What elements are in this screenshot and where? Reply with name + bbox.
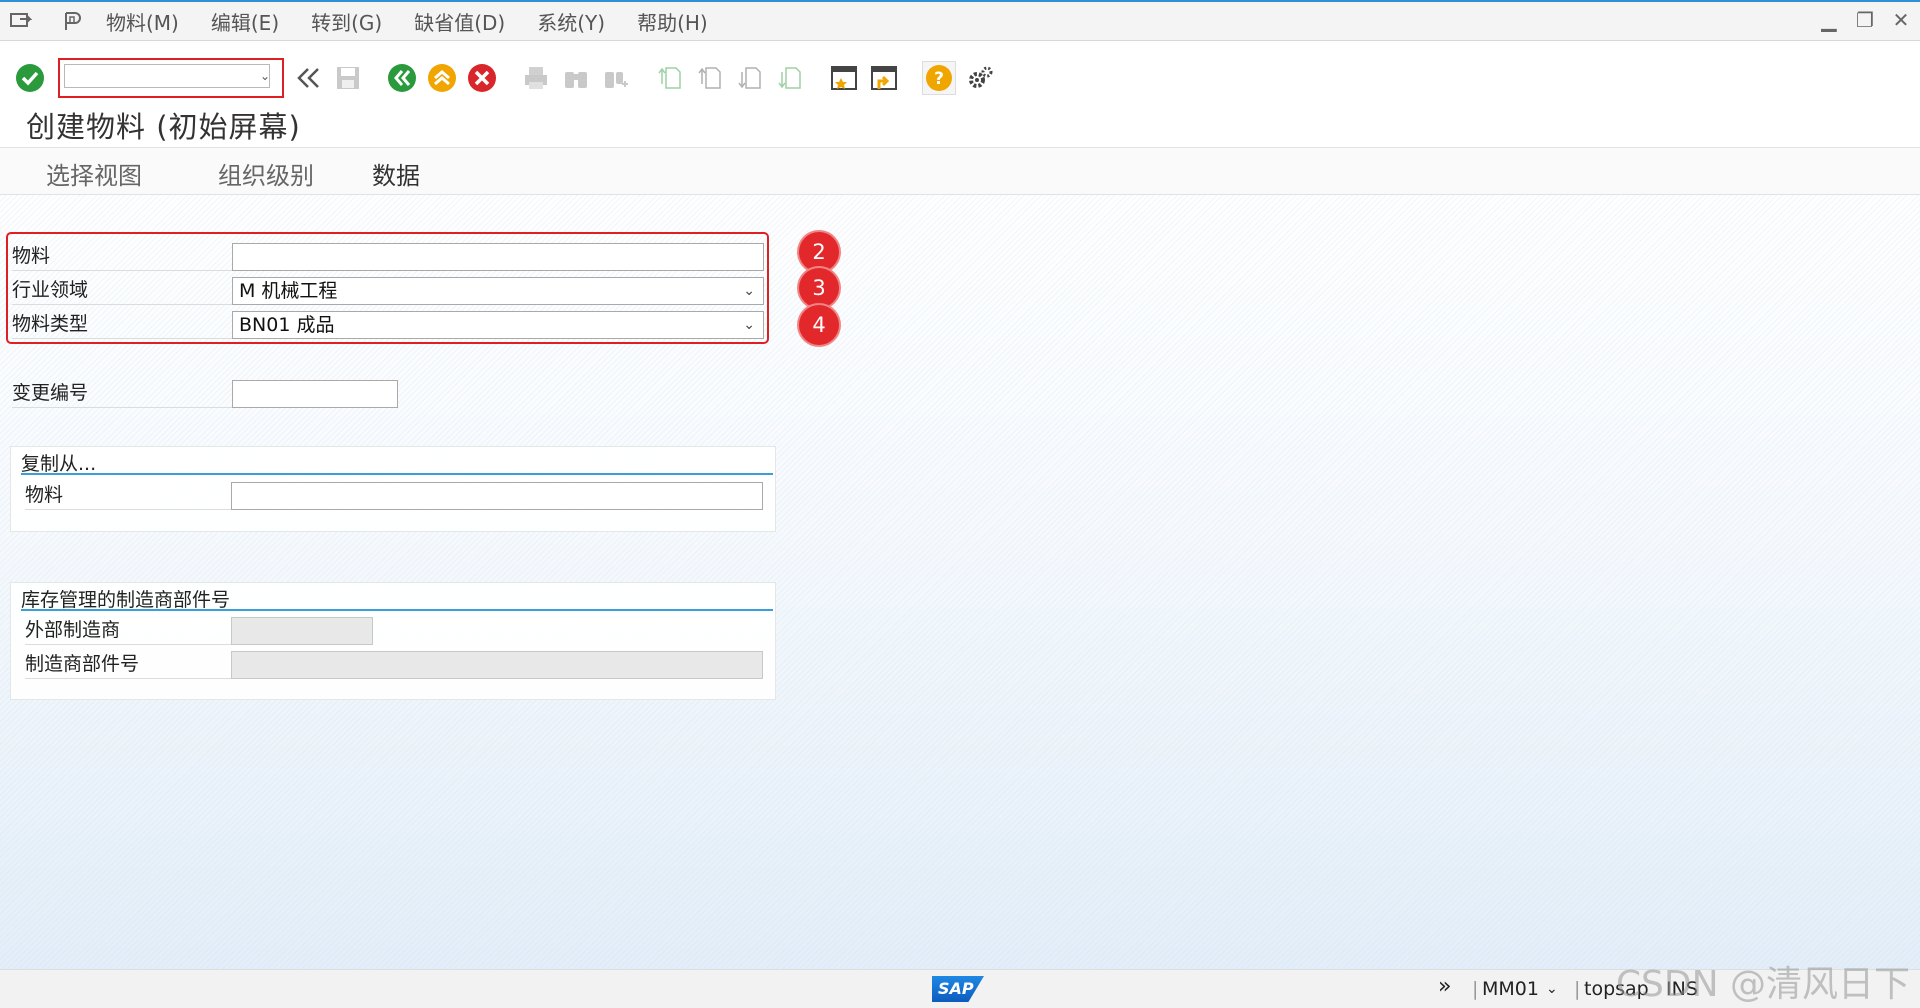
help-icon[interactable]: ?	[922, 61, 956, 95]
first-page-icon[interactable]	[654, 62, 686, 94]
industry-sector-label: 行业领域	[12, 275, 232, 305]
application-toolbar: 选择视图 组织级别 数据	[0, 148, 1920, 195]
menu-defaults[interactable]: 缺省值(D)	[414, 7, 505, 36]
org-levels-button[interactable]: 组织级别	[218, 156, 314, 191]
print-icon[interactable]	[520, 62, 552, 94]
group-title: 复制从...	[21, 449, 773, 475]
last-page-icon[interactable]	[774, 62, 806, 94]
command-input[interactable]	[64, 64, 270, 88]
restore-icon[interactable]: ❐	[1854, 8, 1876, 32]
find-icon[interactable]	[560, 62, 592, 94]
exit-icon[interactable]	[426, 62, 458, 94]
menu-goto[interactable]: 转到(G)	[311, 7, 382, 36]
divider: |	[1574, 978, 1581, 1000]
mpn-group: 库存管理的制造商部件号 外部制造商 制造商部件号	[10, 582, 776, 700]
copy-material-label: 物料	[25, 480, 231, 510]
shortcut-icon[interactable]	[868, 62, 900, 94]
menu-edit[interactable]: 编辑(E)	[211, 7, 279, 36]
material-type-select[interactable]: BN01 成品 ⌄	[232, 311, 764, 339]
double-chevron-right-icon[interactable]: »	[1438, 974, 1451, 999]
material-row: 物料	[12, 241, 764, 271]
divider: |	[1472, 978, 1479, 1000]
save-icon[interactable]	[332, 62, 364, 94]
step-badge-2: 2	[799, 232, 839, 272]
status-bar: SAP » | MM01 ⌄ | topsap INS CSDN @清风日下	[0, 964, 1920, 1008]
find-next-icon[interactable]	[600, 62, 632, 94]
minimize-icon[interactable]: ▁	[1818, 8, 1840, 32]
next-page-icon[interactable]	[734, 62, 766, 94]
group-title: 库存管理的制造商部件号	[21, 585, 773, 611]
material-type-label: 物料类型	[12, 309, 232, 339]
ext-manufacturer-row: 外部制造商	[25, 615, 773, 645]
menu-help[interactable]: 帮助(H)	[637, 7, 708, 36]
step-badge-4: 4	[799, 305, 839, 345]
mpn-row: 制造商部件号	[25, 649, 773, 679]
enter-icon[interactable]	[14, 62, 46, 94]
system-menu-icon[interactable]	[8, 8, 34, 34]
previous-page-icon[interactable]	[694, 62, 726, 94]
main-content: 物料 行业领域 M 机械工程 ⌄ 物料类型 BN01 成品 ⌄ 2 3 4 变更…	[0, 195, 1920, 969]
watermark: CSDN @清风日下	[1615, 964, 1910, 1005]
copy-from-group: 复制从... 物料	[10, 446, 776, 532]
industry-row: 行业领域 M 机械工程 ⌄	[12, 275, 764, 305]
select-views-button[interactable]: 选择视图	[46, 156, 142, 191]
custom-layout-icon[interactable]	[60, 8, 86, 34]
material-type-row: 物料类型 BN01 成品 ⌄	[12, 309, 764, 339]
material-label: 物料	[12, 241, 232, 271]
mpn-label: 制造商部件号	[25, 649, 231, 679]
chevron-down-icon[interactable]: ⌄	[743, 312, 755, 338]
material-input[interactable]	[232, 243, 764, 271]
svg-text:?: ?	[934, 69, 944, 89]
industry-sector-select[interactable]: M 机械工程 ⌄	[232, 277, 764, 305]
cancel-icon[interactable]	[466, 62, 498, 94]
menu-system[interactable]: 系统(Y)	[537, 7, 605, 36]
industry-sector-value: M 机械工程	[239, 280, 338, 302]
ext-manufacturer-label: 外部制造商	[25, 615, 231, 645]
chevron-down-icon[interactable]: ⌄	[260, 69, 270, 83]
chevron-down-icon[interactable]: ⌄	[743, 278, 755, 304]
new-session-icon[interactable]	[828, 62, 860, 94]
copy-material-row: 物料	[25, 480, 773, 510]
menu-material[interactable]: 物料(M)	[106, 7, 179, 36]
close-icon[interactable]: ✕	[1890, 8, 1912, 32]
material-type-value: BN01 成品	[239, 314, 335, 336]
change-number-row: 变更编号	[12, 378, 398, 408]
back-icon[interactable]	[386, 62, 418, 94]
change-number-label: 变更编号	[12, 378, 232, 408]
page-title: 创建物料 (初始屏幕)	[26, 110, 301, 144]
sap-logo: SAP	[932, 976, 984, 1002]
back-nav-icon[interactable]	[292, 62, 324, 94]
data-button[interactable]: 数据	[372, 156, 420, 191]
transaction-code[interactable]: MM01	[1482, 978, 1539, 1000]
mpn-input	[231, 651, 763, 679]
settings-icon[interactable]	[964, 62, 996, 94]
change-number-input[interactable]	[232, 380, 398, 408]
menu-bar: 物料(M) 编辑(E) 转到(G) 缺省值(D) 系统(Y) 帮助(H) ▁ ❐…	[0, 2, 1920, 41]
ext-manufacturer-input	[231, 617, 373, 645]
command-field[interactable]: ⌄	[58, 58, 284, 98]
step-badge-3: 3	[799, 268, 839, 308]
chevron-down-icon[interactable]: ⌄	[1546, 981, 1558, 997]
copy-material-input[interactable]	[231, 482, 763, 510]
